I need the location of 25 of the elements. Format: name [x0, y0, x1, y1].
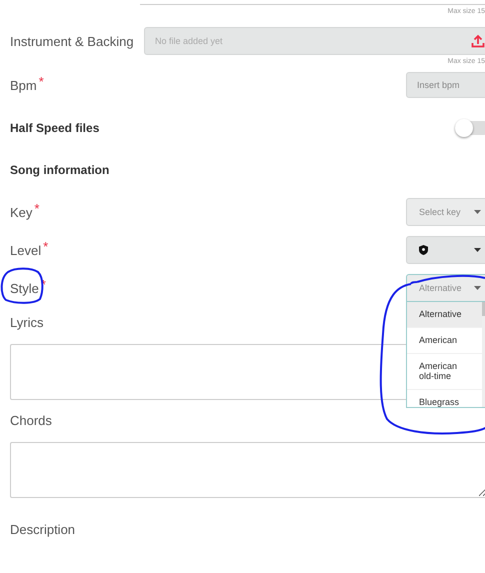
placeholder-text: No file added yet — [155, 36, 223, 46]
field-label: Bpm — [10, 78, 37, 92]
toggle-switch[interactable] — [455, 121, 485, 135]
shield-icon — [419, 245, 428, 255]
field-label: Style — [10, 280, 39, 296]
field-label: Key — [10, 204, 32, 220]
field-label: Description — [10, 522, 76, 536]
field-label: Level — [10, 242, 42, 258]
select-value: Alternative — [419, 283, 462, 293]
bpm-input[interactable]: Insert bpm — [406, 72, 485, 98]
caret-icon — [474, 248, 481, 252]
field-label: Half Speed files — [10, 121, 100, 135]
field-label: Chords — [10, 412, 52, 428]
field-label: Lyrics — [10, 314, 44, 330]
required-asterisk: * — [34, 200, 40, 216]
required-asterisk: * — [43, 238, 48, 254]
field-label: Instrument & Backing — [10, 34, 134, 48]
select-value: Select key — [419, 207, 461, 217]
required-asterisk: * — [38, 74, 44, 88]
caret-icon — [474, 210, 481, 214]
select-dropdown[interactable] — [406, 236, 485, 264]
upload-icon[interactable] — [471, 34, 485, 48]
text-area[interactable] — [10, 442, 485, 498]
caret-icon — [474, 286, 481, 290]
section-title: Song information — [10, 163, 110, 177]
